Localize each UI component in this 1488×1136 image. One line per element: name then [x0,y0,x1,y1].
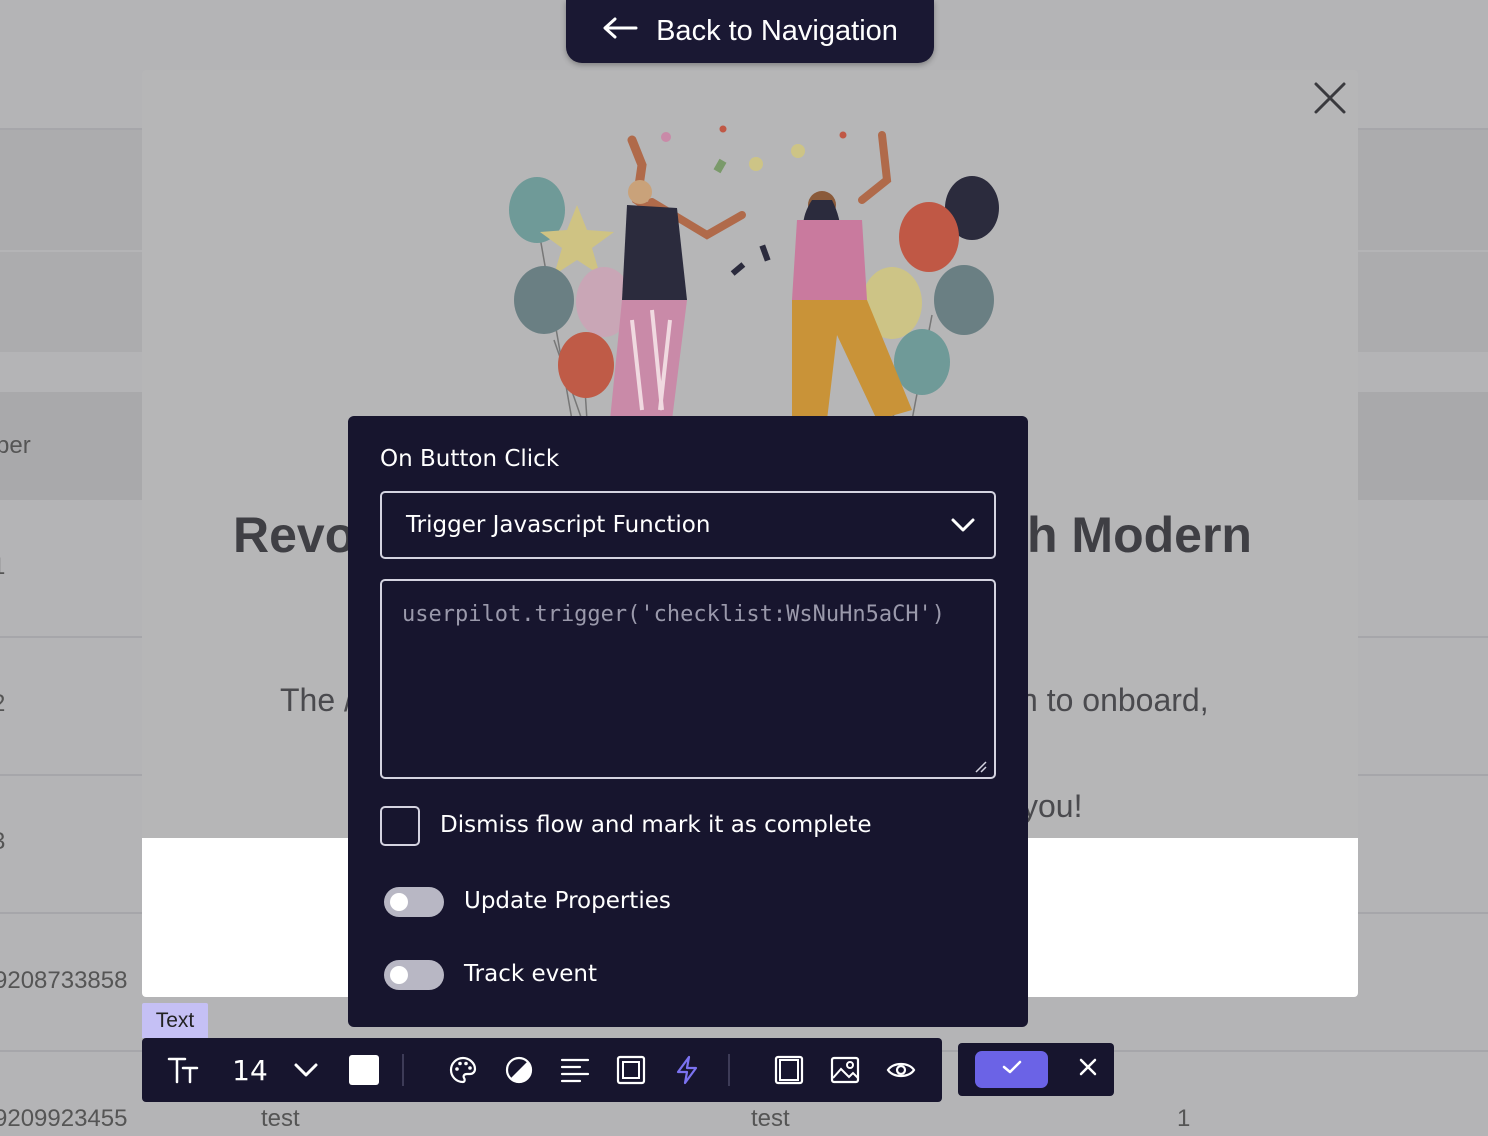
table-cell: 9209923455 [0,1105,128,1132]
confirm-bar [958,1043,1114,1096]
table-cell: 3 [0,828,5,856]
color-swatch [349,1055,379,1085]
arrow-left-icon [602,15,638,48]
toggle-knob [390,893,408,911]
celebration-illustration [509,125,999,420]
table-cell: 1 [1177,1105,1191,1132]
modal-heading-right: h Modern [1027,507,1252,563]
table-cell: test [751,1105,790,1132]
padding-icon[interactable] [616,1052,646,1088]
modal-heading-left: Revo [233,507,356,563]
close-icon [1078,1057,1098,1082]
dismiss-flow-checkbox[interactable] [380,806,420,846]
align-left-icon[interactable] [560,1052,590,1088]
action-select-value: Trigger Javascript Function [406,512,711,538]
table-cell: 1 [0,553,5,581]
update-properties-toggle[interactable] [384,887,444,917]
table-cell: test [261,1105,300,1132]
divider [402,1054,404,1086]
modal-body-text: n to onboard, [1020,682,1209,718]
divider [728,1054,730,1086]
chevron-down-icon[interactable] [292,1052,320,1088]
cancel-button[interactable] [1074,1055,1102,1083]
chevron-down-icon [950,513,976,539]
table-cell: 9208733858 [0,967,128,994]
font-size-value[interactable]: 14 [230,1052,270,1088]
track-event-toggle[interactable] [384,960,444,990]
text-color-swatch[interactable] [349,1052,379,1088]
editor-toolbar: 14 [142,1038,942,1102]
button-action-popover: On Button Click Trigger Javascript Funct… [348,416,1028,1027]
lightning-icon[interactable] [672,1052,702,1088]
dismiss-flow-label: Dismiss flow and mark it as complete [440,812,872,838]
back-to-navigation-button[interactable]: Back to Navigation [566,0,934,63]
table-header-cell: per [0,432,31,459]
text-size-icon[interactable] [166,1052,200,1088]
palette-icon[interactable] [448,1052,478,1088]
resize-handle-icon[interactable] [973,758,987,777]
frame-icon[interactable] [774,1052,804,1088]
check-icon [1002,1059,1022,1080]
toggle-knob [390,966,408,984]
popover-title: On Button Click [380,446,560,472]
table-cell: 2 [0,690,5,718]
confirm-button[interactable] [975,1051,1048,1088]
element-type-tag: Text [142,1003,208,1038]
contrast-icon[interactable] [504,1052,534,1088]
update-properties-label: Update Properties [464,888,671,914]
close-icon[interactable] [1312,80,1348,116]
eye-icon[interactable] [886,1052,916,1088]
modal-body-text: you! [1022,788,1083,824]
javascript-code-input[interactable]: userpilot.trigger('checklist:WsNuHn5aCH'… [380,579,996,779]
back-to-navigation-label: Back to Navigation [656,15,898,47]
image-icon[interactable] [830,1052,860,1088]
track-event-label: Track event [464,961,598,987]
modal-body-text: The / [280,682,353,718]
action-select[interactable]: Trigger Javascript Function [380,491,996,559]
